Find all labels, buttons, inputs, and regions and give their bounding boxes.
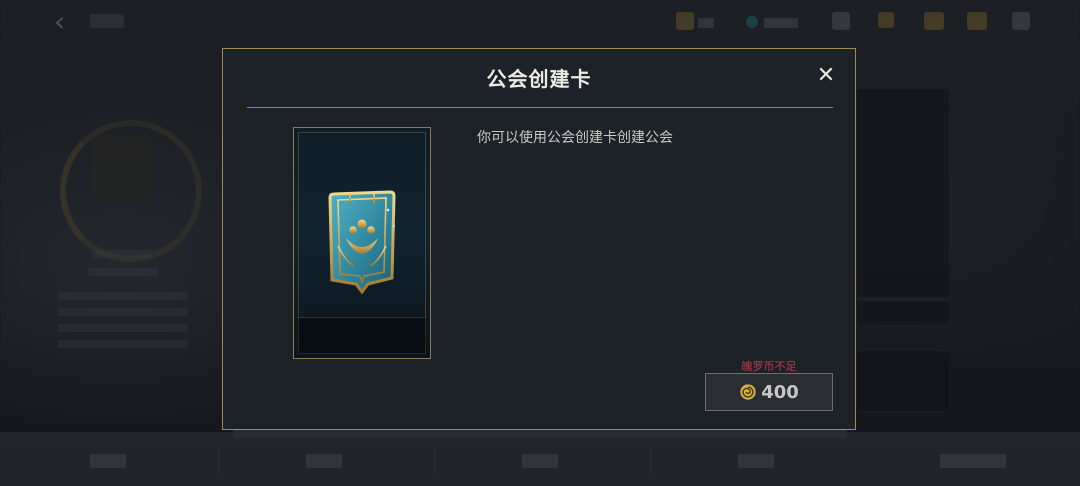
dialog-title: 公会创建卡 bbox=[486, 67, 592, 91]
title-divider bbox=[247, 107, 833, 108]
close-icon[interactable]: ✕ bbox=[815, 65, 837, 87]
insufficient-funds-warning: 魄罗币不足 bbox=[741, 360, 797, 373]
item-preview-frame bbox=[293, 127, 431, 359]
purchase-button[interactable]: 400 bbox=[705, 373, 833, 411]
item-description: 你可以使用公会创建卡创建公会 bbox=[477, 130, 673, 146]
guild-creation-card-dialog: 公会创建卡 ✕ 你可以使用公会创建卡创建公会 魄罗币不足 400 bbox=[222, 48, 856, 430]
price-value: 400 bbox=[761, 381, 799, 403]
guild-card-icon bbox=[328, 190, 396, 295]
poro-coin-icon bbox=[740, 384, 756, 400]
item-preview-footer bbox=[298, 317, 426, 354]
